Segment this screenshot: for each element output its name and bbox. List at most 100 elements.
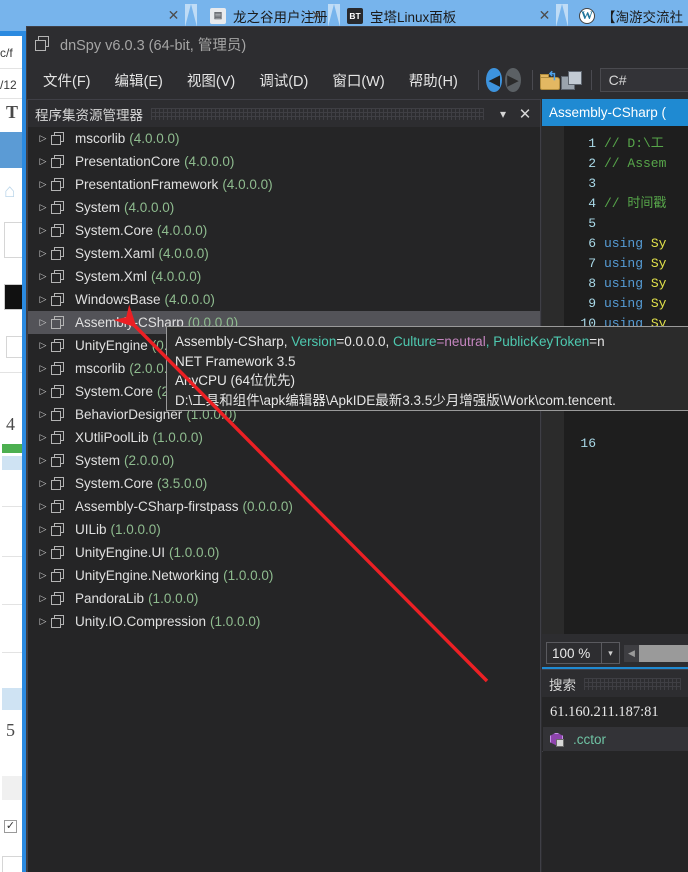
assembly-icon — [50, 223, 66, 239]
expander-icon[interactable]: ▷ — [36, 226, 50, 235]
assembly-version: (4.0.0.0) — [159, 246, 209, 261]
expander-icon[interactable]: ▷ — [36, 410, 50, 419]
assembly-name: XUtliPoolLib — [75, 430, 149, 445]
assembly-tree-row[interactable]: ▷Assembly-CSharp-firstpass(0.0.0.0) — [28, 495, 540, 518]
horizontal-scrollbar[interactable] — [639, 645, 688, 662]
line-number: 1 — [542, 134, 596, 154]
zoom-dropdown-icon[interactable]: ▾ — [602, 642, 620, 664]
code-namespace: Sy — [651, 296, 667, 311]
code-document-tab[interactable]: Assembly-CSharp ( — [542, 99, 688, 126]
assembly-tree[interactable]: ▷mscorlib(4.0.0.0)▷PresentationCore(4.0.… — [28, 127, 540, 872]
expander-icon[interactable]: ▷ — [36, 203, 50, 212]
zoom-level-value[interactable]: 100 % — [546, 642, 602, 664]
assembly-tree-row[interactable]: ▷UnityEngine.Networking(1.0.0.0) — [28, 564, 540, 587]
tab-close-0[interactable]: ✕ — [166, 8, 181, 23]
open-folder-icon[interactable]: ↰ — [540, 71, 554, 90]
expander-icon[interactable]: ▷ — [36, 387, 50, 396]
horizontal-scrollbar-thumb[interactable] — [639, 645, 688, 662]
expander-icon[interactable]: ▷ — [36, 341, 50, 350]
expander-icon[interactable]: ▷ — [36, 433, 50, 442]
assembly-name: System — [75, 200, 120, 215]
tab-close-2[interactable]: ✕ — [537, 8, 552, 23]
panel-drag-grip[interactable] — [151, 108, 484, 120]
expander-icon[interactable]: ▷ — [36, 180, 50, 189]
assembly-tree-row[interactable]: ▷XUtliPoolLib(1.0.0.0) — [28, 426, 540, 449]
menu-edit[interactable]: 编辑(E) — [103, 66, 175, 95]
assembly-version: (4.0.0.0) — [124, 200, 174, 215]
menu-window[interactable]: 窗口(W) — [320, 66, 396, 95]
close-icon[interactable]: ✕ — [514, 103, 536, 125]
page-band-blue — [2, 688, 24, 710]
code-line: 7using Sy — [542, 254, 688, 274]
expander-icon[interactable]: ▷ — [36, 249, 50, 258]
assembly-name: System.Xml — [75, 269, 147, 284]
tooltip-pkt-key: , PublicKeyToken — [486, 334, 590, 349]
expander-icon[interactable]: ▷ — [36, 594, 50, 603]
assembly-tree-row[interactable]: ▷System.Core(4.0.0.0) — [28, 219, 540, 242]
assembly-tree-row[interactable]: ▷ System (4.0.0.0) — [28, 196, 540, 219]
assembly-version: (1.0.0.0) — [148, 591, 198, 606]
search-panel-title: 搜索 — [542, 674, 576, 694]
expander-icon[interactable]: ▷ — [36, 617, 50, 626]
language-selector[interactable]: C# — [600, 68, 688, 92]
assembly-icon — [50, 476, 66, 492]
code-line-text: using Sy — [604, 294, 666, 314]
assembly-tree-row[interactable]: ▷mscorlib(4.0.0.0) — [28, 127, 540, 150]
tab-close-1[interactable]: ✕ — [309, 8, 324, 23]
page-divider-2 — [0, 98, 24, 99]
search-input[interactable]: 61.160.211.187:81 — [542, 697, 688, 727]
page-band-gray — [2, 776, 24, 800]
expander-icon[interactable]: ▷ — [36, 502, 50, 511]
line-number: 3 — [542, 174, 596, 194]
line-number: 16 — [542, 434, 596, 454]
dnspy-title-bar[interactable]: dnSpy v6.0.3 (64-bit, 管理员) — [27, 27, 688, 61]
menu-file[interactable]: 文件(F) — [31, 66, 103, 95]
expander-icon[interactable]: ▷ — [36, 479, 50, 488]
expander-icon[interactable]: ▷ — [36, 456, 50, 465]
assembly-tree-row[interactable]: ▷PresentationFramework(4.0.0.0) — [28, 173, 540, 196]
search-input-value: 61.160.211.187:81 — [550, 704, 659, 721]
expander-icon[interactable]: ▷ — [36, 548, 50, 557]
chevron-down-icon[interactable]: ▾ — [492, 103, 514, 125]
search-panel-grip[interactable] — [584, 678, 681, 690]
menu-debug[interactable]: 调试(D) — [247, 66, 320, 95]
expander-icon[interactable]: ▷ — [36, 272, 50, 281]
assembly-tree-row[interactable]: ▷PandoraLib(1.0.0.0) — [28, 587, 540, 610]
line-number: 9 — [542, 294, 596, 314]
assembly-tree-row[interactable]: ▷UILib(1.0.0.0) — [28, 518, 540, 541]
expander-icon[interactable]: ▷ — [36, 525, 50, 534]
assembly-tree-row[interactable]: ▷System.Xaml(4.0.0.0) — [28, 242, 540, 265]
assembly-tree-row[interactable]: ▷System.Xml(4.0.0.0) — [28, 265, 540, 288]
code-line-text: // Assem — [604, 154, 666, 174]
assembly-tree-row[interactable]: ▷UnityEngine.UI(1.0.0.0) — [28, 541, 540, 564]
assembly-tree-row[interactable]: ▷System.Core(3.5.0.0) — [28, 472, 540, 495]
expander-icon[interactable]: ▷ — [36, 571, 50, 580]
assembly-tree-row[interactable]: ▷PresentationCore(4.0.0.0) — [28, 150, 540, 173]
home-icon: ⌂ — [4, 182, 15, 201]
expander-icon[interactable]: ▷ — [36, 295, 50, 304]
assembly-icon — [50, 269, 66, 285]
expander-icon[interactable]: ▷ — [36, 134, 50, 143]
assembly-version: (4.0.0.0) — [165, 292, 215, 307]
page-checkbox[interactable]: ✓ — [4, 820, 17, 833]
code-line-text: // D:\工 — [604, 134, 664, 154]
scroll-left-icon[interactable]: ◀ — [624, 645, 639, 662]
code-namespace: Sy — [651, 236, 667, 251]
expander-icon[interactable]: ▷ — [36, 364, 50, 373]
menu-view[interactable]: 视图(V) — [175, 66, 247, 95]
expander-icon[interactable]: ▷ — [36, 157, 50, 166]
search-result-row[interactable]: .cctor — [543, 727, 688, 751]
assembly-tree-row[interactable]: ▷Unity.IO.Compression(1.0.0.0) — [28, 610, 540, 633]
assembly-tree-row[interactable]: ▷WindowsBase(4.0.0.0) — [28, 288, 540, 311]
expander-icon[interactable]: ▷ — [36, 318, 50, 327]
navigate-back-icon[interactable]: ◀ — [486, 68, 502, 92]
save-all-icon[interactable] — [561, 71, 575, 90]
code-line-text: using Sy — [604, 254, 666, 274]
tooltip-line-4: D:\工具和组件\apk编辑器\ApkIDE最新3.3.5少月增强版\Work\… — [175, 391, 680, 411]
page-divider-1 — [0, 68, 24, 69]
document-icon: ▤ — [210, 8, 226, 24]
menu-help[interactable]: 帮助(H) — [397, 66, 470, 95]
assembly-tree-row[interactable]: ▷System(2.0.0.0) — [28, 449, 540, 472]
navigate-forward-icon[interactable]: ▶ — [505, 68, 521, 92]
page-input[interactable] — [2, 856, 24, 872]
